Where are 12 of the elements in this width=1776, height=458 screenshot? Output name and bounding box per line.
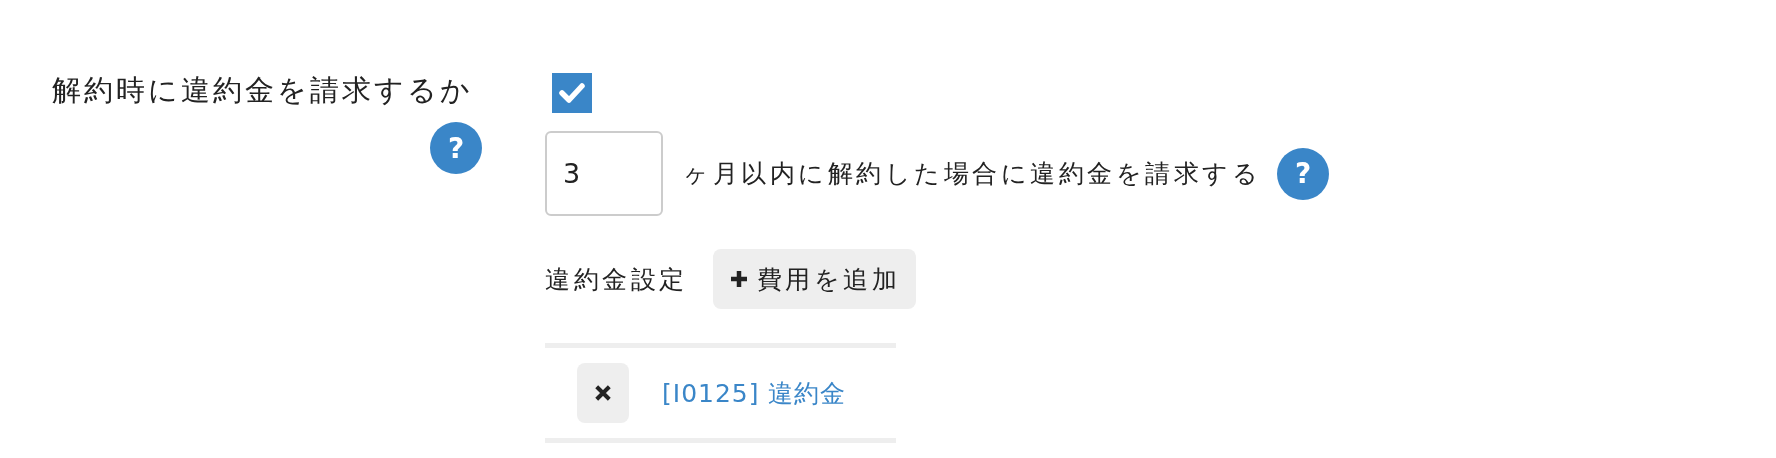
months-input[interactable]: 3 [545, 131, 663, 216]
fee-link[interactable]: [I0125] 違約金 [662, 376, 847, 410]
field-label: 解約時に違約金を請求するか [52, 72, 473, 109]
settings-label: 違約金設定 [545, 263, 688, 296]
help-icon[interactable]: ? [1277, 147, 1329, 200]
add-cost-button[interactable]: 費用を追加 [712, 249, 916, 309]
checkbox[interactable] [552, 73, 592, 113]
close-icon [594, 384, 612, 402]
plus-icon [728, 269, 749, 289]
months-label: ヶ月以内に解約した場合に違約金を請求する [683, 158, 1261, 190]
remove-button[interactable] [577, 363, 629, 423]
help-icon[interactable]: ? [430, 122, 482, 174]
